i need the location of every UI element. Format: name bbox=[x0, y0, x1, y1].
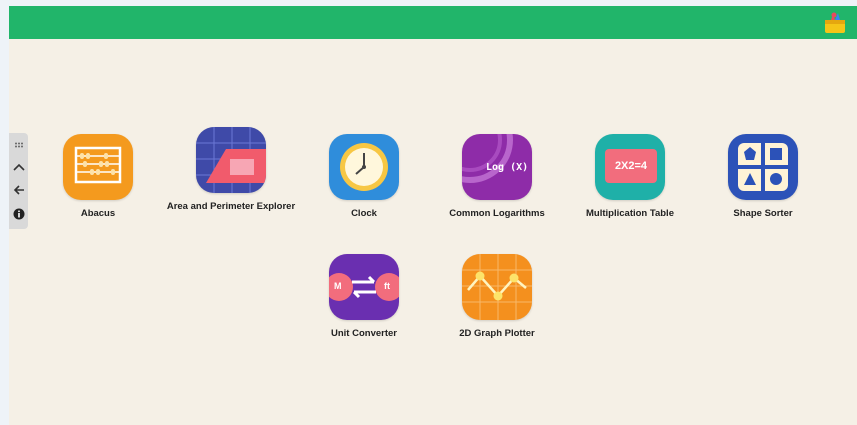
shape-sorter-icon bbox=[728, 134, 798, 200]
grid-dots-icon[interactable] bbox=[9, 135, 28, 155]
side-controls bbox=[9, 133, 28, 229]
graph-plotter-icon bbox=[462, 254, 532, 320]
app-abacus[interactable]: Abacus bbox=[33, 134, 163, 219]
unit-right-text: ft bbox=[384, 281, 390, 291]
chevron-up-icon[interactable] bbox=[9, 157, 28, 177]
app-label: Area and Perimeter Explorer bbox=[166, 201, 296, 212]
app-common-logarithms[interactable]: Log (X) Common Logarithms bbox=[432, 134, 562, 219]
app-clock[interactable]: Clock bbox=[299, 134, 429, 219]
top-bar bbox=[9, 6, 857, 39]
app-label: Multiplication Table bbox=[586, 208, 674, 219]
app-multiplication-table[interactable]: 2X2=4 Multiplication Table bbox=[565, 134, 695, 219]
app-window: Abacus Area and Perimeter Explorer Clock bbox=[9, 6, 857, 425]
app-label: 2D Graph Plotter bbox=[459, 328, 535, 339]
info-icon[interactable] bbox=[9, 204, 28, 224]
unit-left-text: M bbox=[334, 281, 342, 291]
multiplication-icon: 2X2=4 bbox=[595, 134, 665, 200]
app-label: Clock bbox=[351, 208, 377, 219]
clock-icon bbox=[329, 134, 399, 200]
app-unit-converter[interactable]: M ft Unit Converter bbox=[299, 254, 429, 339]
app-shape-sorter[interactable]: Shape Sorter bbox=[698, 134, 828, 219]
app-label: Shape Sorter bbox=[733, 208, 793, 219]
logarithm-text: Log (X) bbox=[486, 162, 529, 173]
abacus-icon bbox=[63, 134, 133, 200]
app-2d-graph-plotter[interactable]: 2D Graph Plotter bbox=[432, 254, 562, 339]
app-label: Unit Converter bbox=[331, 328, 397, 339]
toolbox-icon[interactable] bbox=[823, 12, 847, 34]
logarithm-icon: Log (X) bbox=[462, 134, 532, 200]
app-label: Abacus bbox=[80, 208, 116, 219]
back-arrow-icon[interactable] bbox=[9, 180, 28, 200]
unit-converter-icon: M ft bbox=[329, 254, 399, 320]
multiplication-text: 2X2=4 bbox=[605, 149, 657, 183]
app-area-perimeter-explorer[interactable]: Area and Perimeter Explorer bbox=[166, 127, 296, 212]
area-perimeter-icon bbox=[196, 127, 266, 193]
app-label: Common Logarithms bbox=[449, 208, 545, 219]
